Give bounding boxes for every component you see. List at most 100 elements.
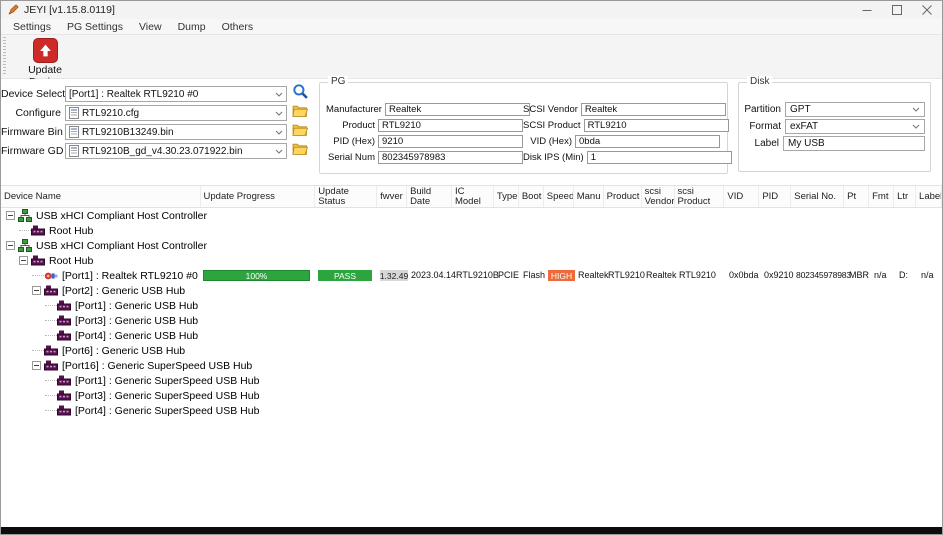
column-header-device-name[interactable]: Device Name [1,186,201,207]
product-input[interactable] [378,119,523,132]
collapse-toggle-icon[interactable] [6,211,15,220]
column-header-scsi-vendor[interactable]: scsi Vendor [642,186,675,207]
column-header-vid[interactable]: VID [724,186,759,207]
configure-combobox[interactable]: RTL9210.cfg [65,105,287,121]
cell-product: RTL9210 [608,268,645,283]
device-grid-header: Device NameUpdate ProgressUpdate Statusf… [1,185,942,208]
column-header-ltr[interactable]: Ltr [894,186,916,207]
cell-build-date: 2023.04.14 [411,268,456,283]
firmware-gd-value: RTL9210B_gd_v4.30.23.071922.bin [82,146,273,157]
column-header-pt[interactable]: Pt [844,186,869,207]
tree-row[interactable]: [Port1] : Realtek RTL9210 #0100%PASS1.32… [1,268,942,283]
disk-ips-min-input[interactable] [587,151,732,164]
tree-row[interactable]: [Port4] : Generic USB Hub [1,328,942,343]
tree-row[interactable]: [Port1] : Generic USB Hub [1,298,942,313]
toolbar-gripper [3,37,6,76]
collapse-toggle-icon[interactable] [6,241,15,250]
label-row: Label [743,136,925,151]
column-header-boot[interactable]: Boot [519,186,544,207]
firmware-gd-combobox[interactable]: RTL9210B_gd_v4.30.23.071922.bin [65,143,287,159]
firmware-gd-browse-button[interactable] [287,142,313,160]
scsi-product-input[interactable] [584,119,729,132]
column-header-manu[interactable]: Manu [574,186,604,207]
menu-item-view[interactable]: View [131,21,170,33]
usb-hub-icon [44,345,59,356]
pid-hex-input[interactable] [378,135,523,148]
firmware-bin-browse-button[interactable] [287,123,313,141]
tree-item-label: [Port4] : Generic USB Hub [75,330,198,342]
tree-branch-line [45,305,57,306]
vid-hex-input[interactable] [575,135,720,148]
close-icon[interactable] [912,1,942,19]
device-search-button[interactable] [287,83,313,105]
label-input[interactable] [783,136,925,151]
menu-item-others[interactable]: Others [214,21,262,33]
tree-row[interactable]: [Port3] : Generic USB Hub [1,313,942,328]
firmware-bin-combobox[interactable]: RTL9210B13249.bin [65,124,287,140]
collapse-toggle-icon[interactable] [32,286,41,295]
usb-hub-icon [57,300,72,311]
format-row: FormatexFAT [743,119,925,134]
column-header-fmt[interactable]: Fmt [869,186,894,207]
scsi-vendor-label: SCSI Vendor [523,104,581,115]
menu-item-settings[interactable]: Settings [5,21,59,33]
device-select-combobox[interactable]: [Port1] : Realtek RTL9210 #0 [65,86,287,102]
configure-browse-button[interactable] [287,104,313,122]
usb-hub-icon [57,405,72,416]
pg-group-title: PG [328,76,348,87]
column-header-build-date[interactable]: Build Date [407,186,452,207]
column-header-ic-model[interactable]: IC Model [452,186,494,207]
tree-row[interactable]: Root Hub [1,253,942,268]
tree-row[interactable]: [Port6] : Generic USB Hub [1,343,942,358]
cell-label: n/a [921,268,934,283]
column-header-speed[interactable]: Speed [544,186,574,207]
menu-item-dump[interactable]: Dump [170,21,214,33]
usb-controller-icon [18,239,33,252]
cell-ltr: D: [899,268,908,283]
device-select-value: [Port1] : Realtek RTL9210 #0 [69,89,273,100]
column-header-label[interactable]: Label [916,186,942,207]
format-combobox[interactable]: exFAT [785,119,925,134]
file-icon [69,145,79,157]
partition-combobox[interactable]: GPT [785,102,925,117]
cell-manu: Realtek [578,268,609,283]
chevron-down-icon [275,149,283,154]
column-header-update-progress[interactable]: Update Progress [201,186,316,207]
device-select-row: Device Select[Port1] : Realtek RTL9210 #… [1,86,319,102]
manufacturer-input[interactable] [385,103,530,116]
cell-scsi-product: RTL9210 [679,268,716,283]
cell-fmt: n/a [874,268,887,283]
tree-row[interactable]: [Port1] : Generic SuperSpeed USB Hub [1,373,942,388]
collapse-toggle-icon[interactable] [19,256,28,265]
column-header-pid[interactable]: PID [759,186,791,207]
tree-row[interactable]: [Port3] : Generic SuperSpeed USB Hub [1,388,942,403]
configure-row: ConfigureRTL9210.cfg [1,105,319,121]
tree-row[interactable]: USB xHCI Compliant Host Controller [1,238,942,253]
maximize-icon[interactable] [882,1,912,19]
tree-row[interactable]: Root Hub [1,223,942,238]
tree-row[interactable]: [Port4] : Generic SuperSpeed USB Hub [1,403,942,418]
firmware-bin-value: RTL9210B13249.bin [82,127,273,138]
column-header-update-status[interactable]: Update Status [315,186,377,207]
scsi-vendor-input[interactable] [581,103,726,116]
product-field: Product [326,119,523,132]
tree-row[interactable]: [Port2] : Generic USB Hub [1,283,942,298]
column-header-product[interactable]: Product [604,186,642,207]
cell-type: PCIE [498,268,519,283]
tree-row[interactable]: USB xHCI Compliant Host Controller [1,208,942,223]
tree-row[interactable]: [Port16] : Generic SuperSpeed USB Hub [1,358,942,373]
pg-row: Serial NumDisk IPS (Min) [326,151,720,164]
column-header-type[interactable]: Type [494,186,519,207]
minimize-icon[interactable] [852,1,882,19]
column-header-serial[interactable]: Serial No. [791,186,844,207]
column-header-scsi-product[interactable]: scsi Product [675,186,725,207]
serial-num-input[interactable] [378,151,523,164]
chevron-down-icon [275,111,283,116]
update-arrow-icon [33,38,58,63]
collapse-toggle-icon[interactable] [32,361,41,370]
app-icon [7,4,19,16]
column-header-fwver[interactable]: fwver [377,186,407,207]
update-progress-bar: 100% [203,270,310,281]
menu-item-pg-settings[interactable]: PG Settings [59,21,131,33]
tree-item-label: [Port3] : Generic SuperSpeed USB Hub [75,390,259,402]
